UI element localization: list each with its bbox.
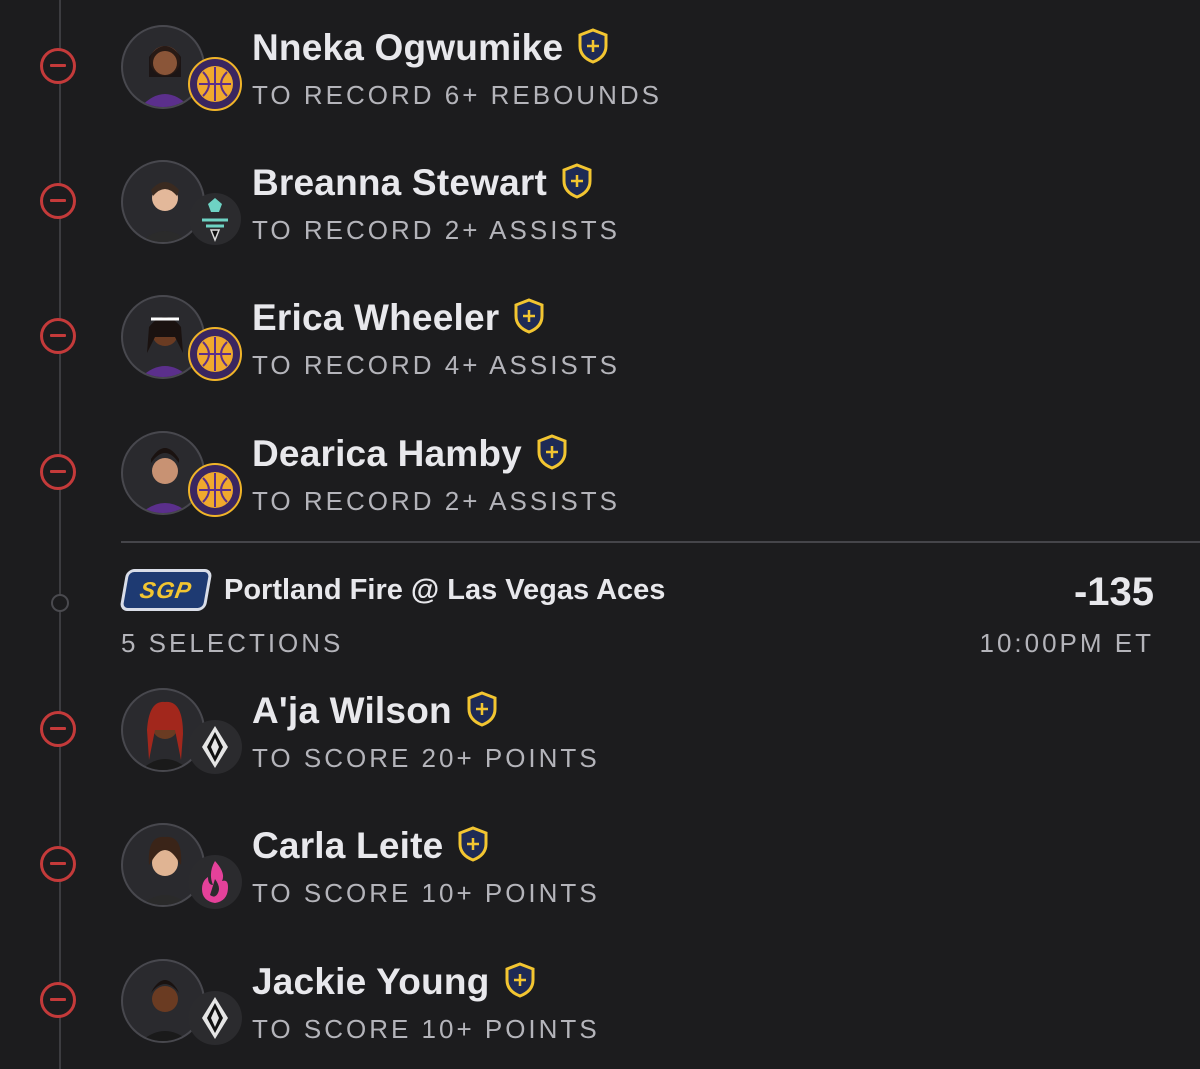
la-sparks-logo-icon (188, 57, 242, 111)
player-name: Dearica Hamby (252, 433, 568, 475)
prop-description: TO RECORD 4+ ASSISTS (252, 350, 621, 380)
leg-row: A'ja Wilson TO SCORE 20+ POINTS (0, 688, 1200, 788)
remove-leg-button[interactable] (40, 48, 76, 84)
leg-row: Nneka Ogwumike TO RECORD 6+ REBOUNDS (0, 25, 1200, 125)
remove-leg-button[interactable] (40, 711, 76, 747)
game-time: 10:00PM ET (979, 628, 1154, 658)
player-name: Jackie Young (252, 961, 536, 1003)
prop-description: TO RECORD 6+ REBOUNDS (252, 80, 662, 110)
player-name: Erica Wheeler (252, 297, 545, 339)
player-name: Breanna Stewart (252, 162, 593, 204)
remove-leg-button[interactable] (40, 454, 76, 490)
remove-leg-button[interactable] (40, 183, 76, 219)
player-name: A'ja Wilson (252, 690, 498, 732)
las-vegas-aces-logo-icon (188, 991, 242, 1045)
shield-plus-icon (537, 434, 567, 470)
prop-description: TO SCORE 20+ POINTS (252, 743, 600, 773)
sgp-badge: SGP (119, 569, 213, 611)
remove-leg-button[interactable] (40, 982, 76, 1018)
player-name: Carla Leite (252, 825, 489, 867)
shield-plus-icon (467, 691, 497, 727)
prop-description: TO RECORD 2+ ASSISTS (252, 486, 621, 516)
prop-description: TO SCORE 10+ POINTS (252, 878, 600, 908)
remove-leg-button[interactable] (40, 846, 76, 882)
game-matchup[interactable]: Portland Fire @ Las Vegas Aces (224, 574, 665, 607)
shield-plus-icon (458, 826, 488, 862)
player-name: Nneka Ogwumike (252, 27, 609, 69)
selection-count: 5 SELECTIONS (121, 628, 344, 658)
leg-row: Erica Wheeler TO RECORD 4+ ASSISTS (0, 295, 1200, 395)
prop-description: TO SCORE 10+ POINTS (252, 1014, 600, 1044)
shield-plus-icon (578, 28, 608, 64)
leg-row: Dearica Hamby TO RECORD 2+ ASSISTS (0, 431, 1200, 531)
leg-row: Breanna Stewart TO RECORD 2+ ASSISTS (0, 160, 1200, 260)
leg-row: Carla Leite TO SCORE 10+ POINTS (0, 823, 1200, 923)
shield-plus-icon (505, 962, 535, 998)
game-node-icon (51, 594, 69, 612)
odds-value: -135 (1073, 570, 1154, 614)
sgp-badge-label: SGP (137, 576, 195, 603)
bet-slip: Nneka Ogwumike TO RECORD 6+ REBOUNDS Bre… (0, 0, 1200, 1069)
shield-plus-icon (514, 298, 544, 334)
divider (121, 541, 1200, 543)
ny-liberty-logo-icon (188, 192, 242, 246)
prop-description: TO RECORD 2+ ASSISTS (252, 215, 621, 245)
la-sparks-logo-icon (188, 327, 242, 381)
las-vegas-aces-logo-icon (188, 720, 242, 774)
leg-row: Jackie Young TO SCORE 10+ POINTS (0, 959, 1200, 1059)
la-sparks-logo-icon (188, 463, 242, 517)
portland-fire-logo-icon (188, 855, 242, 909)
shield-plus-icon (562, 163, 592, 199)
remove-leg-button[interactable] (40, 318, 76, 354)
